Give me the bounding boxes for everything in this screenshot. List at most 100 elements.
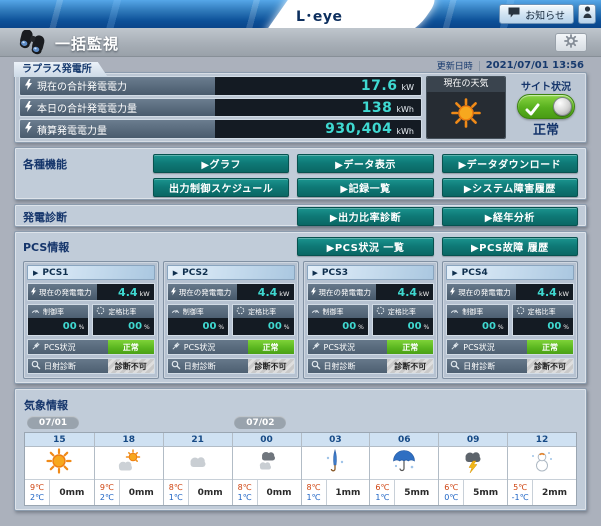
temp-low: 2℃ xyxy=(95,493,119,503)
settings-button[interactable] xyxy=(555,33,587,52)
account-button[interactable] xyxy=(578,4,596,24)
forecast-column: 03 8℃1℃ 1mm xyxy=(301,433,370,505)
temp-high: 5℃ xyxy=(508,483,532,493)
pcs-card-4: ▶ PCS4 現在の発電電力 4.4 kW 制御率 xyxy=(442,261,578,379)
temp-high: 6℃ xyxy=(439,483,463,493)
diagnosis-label: 発電診断 xyxy=(23,209,145,225)
forecast-hour: 09 xyxy=(439,433,507,447)
notice-button[interactable]: お知らせ xyxy=(499,4,574,24)
aging-analysis-button[interactable]: ▶経年分析 xyxy=(442,207,578,226)
metric-label: 本日の合計発電電力量 xyxy=(37,100,137,115)
insolation-diagnosis-badge: 診断不可 xyxy=(387,359,433,373)
rated-ratio-unit: % xyxy=(284,322,290,331)
logo-swoosh xyxy=(262,0,444,28)
speech-bubble-icon xyxy=(508,7,520,21)
insolation-diagnosis-label: 日射診断 xyxy=(324,361,356,372)
pcs-status-badge: 正常 xyxy=(387,340,433,354)
pcs-name: PCS1 xyxy=(42,268,68,278)
forecast-table: 15 9℃2℃ 0mm 18 9℃2℃ 0mm 21 xyxy=(24,432,577,506)
plug-icon xyxy=(31,341,41,353)
control-rate-box: 制御率 00 % xyxy=(27,304,89,336)
bolt-icon xyxy=(31,287,36,298)
insolation-diagnosis-label: 日射診断 xyxy=(463,361,495,372)
forecast-column: 21 8℃1℃ 0mm xyxy=(163,433,232,505)
pcs-status-badge: 正常 xyxy=(248,340,294,354)
pcs-name: PCS2 xyxy=(182,268,208,278)
site-name-tab[interactable]: ラプラス発電所 xyxy=(14,62,108,77)
forecast-date-row: 07/01 07/02 xyxy=(24,416,577,429)
pcs-card-title[interactable]: ▶ PCS4 xyxy=(446,265,574,280)
insolation-diagnosis-row: 日射診断 診断不可 xyxy=(446,358,574,374)
power-label: 現在の発電電力 xyxy=(319,287,372,298)
gear-icon xyxy=(564,33,578,52)
gauge-icon xyxy=(31,306,40,317)
pcs-panel: PCS情報 ▶PCS状況 一覧 ▶PCS故障 履歴 ▶ PCS1 現在の発電電力… xyxy=(14,231,587,384)
arrow-icon: ▶ xyxy=(173,269,178,277)
cloudy-icon xyxy=(185,450,211,476)
control-rate-label: 制御率 xyxy=(323,307,344,317)
pcs-status-row: PCS状況 正常 xyxy=(167,339,295,355)
data-download-button[interactable]: ▶データダウンロード xyxy=(442,154,578,173)
power-unit: kW xyxy=(419,287,429,298)
control-rate-box: 制御率 00 % xyxy=(307,304,369,336)
pcs-card-3: ▶ PCS3 現在の発電電力 4.4 kW 制御率 xyxy=(303,261,439,379)
precipitation: 0mm xyxy=(50,480,94,505)
metric-value: 138 xyxy=(362,100,393,116)
app-header: 一括監視 xyxy=(0,28,601,57)
weather-panel: 気象情報 07/01 07/02 15 9℃2℃ 0mm 18 9℃2℃ 0mm xyxy=(14,388,587,511)
temp-low: 1℃ xyxy=(302,493,326,503)
record-list-button[interactable]: ▶記録一覧 xyxy=(297,178,433,197)
forecast-hour: 21 xyxy=(164,433,232,447)
temp-high: 9℃ xyxy=(95,483,119,493)
pcs-failure-history-button[interactable]: ▶PCS故障 履歴 xyxy=(442,237,578,256)
pcs-status-label: PCS状況 xyxy=(463,342,495,353)
power-unit: kW xyxy=(140,287,150,298)
pcs-power-row: 現在の発電電力 4.4 kW xyxy=(307,283,435,301)
metric-today-energy: 本日の合計発電電力量 138 kWh xyxy=(19,98,422,118)
temp-high: 9℃ xyxy=(25,483,49,493)
forecast-column: 12 5℃-1℃ 2mm xyxy=(507,433,576,505)
diagnosis-panel: 発電診断 ▶出力比率診断 ▶経年分析 xyxy=(14,204,587,227)
forecast-hour: 03 xyxy=(302,433,370,447)
temp-low: 1℃ xyxy=(233,493,257,503)
pcs-card-title[interactable]: ▶ PCS2 xyxy=(167,265,295,280)
power-value: 4.4 xyxy=(118,286,138,299)
output-ratio-diagnosis-button[interactable]: ▶出力比率診断 xyxy=(297,207,433,226)
bolt-icon xyxy=(450,287,455,298)
rated-ratio-value: 00 xyxy=(268,321,282,332)
pcs-card-2: ▶ PCS2 現在の発電電力 4.4 kW 制御率 xyxy=(163,261,299,379)
pcs-status-list-button[interactable]: ▶PCS状況 一覧 xyxy=(297,237,433,256)
power-label: 現在の発電電力 xyxy=(179,287,232,298)
gauge-icon xyxy=(311,306,320,317)
arrow-icon: ▶ xyxy=(33,269,38,277)
temp-high: 8℃ xyxy=(302,483,326,493)
rated-ratio-box: 定格比率 00 % xyxy=(232,304,294,336)
forecast-hour: 06 xyxy=(370,433,438,447)
bolt-icon xyxy=(171,287,176,298)
rated-ratio-box: 定格比率 00 % xyxy=(512,304,574,336)
pcs-name: PCS3 xyxy=(322,268,348,278)
current-weather-title: 現在の天気 xyxy=(427,77,505,92)
arrow-icon: ▶ xyxy=(452,269,457,277)
output-control-schedule-button[interactable]: 出力制御スケジュール xyxy=(153,178,289,197)
precipitation: 5mm xyxy=(395,480,438,505)
graph-button[interactable]: ▶グラフ xyxy=(153,154,289,173)
sunny-icon xyxy=(46,448,72,478)
data-display-button[interactable]: ▶データ表示 xyxy=(297,154,433,173)
dashed-circle-icon xyxy=(376,306,385,317)
pcs-status-row: PCS状況 正常 xyxy=(307,339,435,355)
plug-icon xyxy=(311,341,321,353)
dashed-circle-icon xyxy=(96,306,105,317)
forecast-column: 15 9℃2℃ 0mm xyxy=(25,433,94,505)
temp-high: 8℃ xyxy=(164,483,188,493)
pcs-card-title[interactable]: ▶ PCS1 xyxy=(27,265,155,280)
pcs-status-row: PCS状況 正常 xyxy=(27,339,155,355)
insolation-diagnosis-badge: 診断不可 xyxy=(527,359,573,373)
system-failure-history-button[interactable]: ▶システム障害履歴 xyxy=(442,178,578,197)
rated-ratio-unit: % xyxy=(563,322,569,331)
power-value: 4.4 xyxy=(537,286,557,299)
pcs-card-1: ▶ PCS1 現在の発電電力 4.4 kW 制御率 xyxy=(23,261,159,379)
power-value: 4.4 xyxy=(398,286,418,299)
pcs-card-title[interactable]: ▶ PCS3 xyxy=(307,265,435,280)
control-rate-box: 制御率 00 % xyxy=(167,304,229,336)
